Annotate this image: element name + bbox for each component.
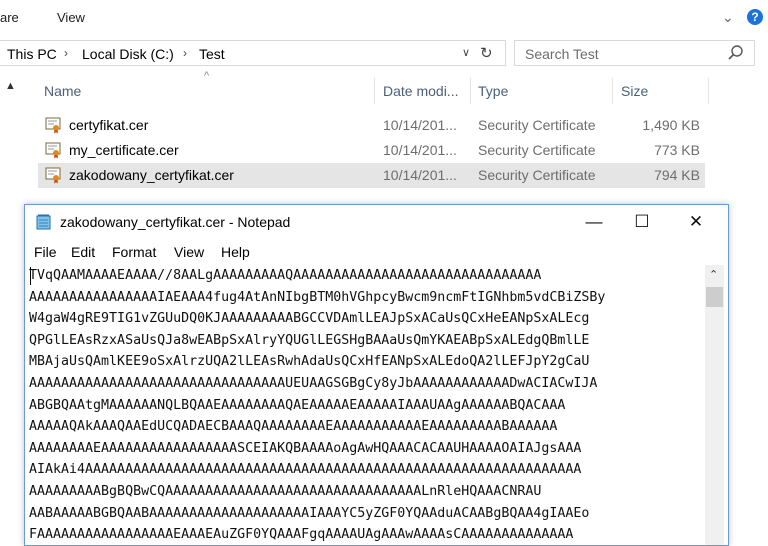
notepad-window: zakodowany_certyfikat.cer - Notepad — ☐ … [24, 204, 729, 546]
text-editor[interactable]: TVqQAAMAAAAEAAAA//8AALgAAAAAAAAAQAAAAAAA… [29, 265, 705, 545]
breadcrumb-local-disk[interactable]: Local Disk (C:) [82, 46, 174, 62]
text-line: AABAAAAABGBQAABAAAAAAAAAAAAAAAAAAAAIAAAY… [29, 505, 590, 521]
close-button[interactable]: ✕ [673, 209, 719, 235]
file-type: Security Certificate [478, 142, 596, 158]
explorer-scrollbar-corner [752, 520, 768, 546]
column-divider[interactable] [612, 78, 613, 104]
text-line: MBAjaUsQAmlKEE9oSxAlrzUQA2lLEAsRwhAdaUsQ… [29, 354, 590, 370]
address-bar[interactable]: This PC › Local Disk (C:) › Test ∨ ↻ [0, 40, 506, 66]
menu-help[interactable]: Help [221, 244, 250, 260]
text-line: AAAAAQAkAAAQAAEdUCQADAECBAAAQAAAAAAAAEAA… [29, 419, 558, 435]
text-line: ABGBQAAtgMAAAAAANQLBQAAEAAAAAAAAQAEAAAAA… [29, 397, 566, 413]
file-row[interactable]: certyfikat.cer 10/14/201... Security Cer… [38, 113, 705, 138]
certificate-file-icon [45, 167, 61, 184]
expand-ribbon-chevron-icon[interactable]: ⌄ [722, 9, 734, 26]
refresh-icon[interactable]: ↻ [480, 44, 493, 62]
file-type: Security Certificate [478, 167, 596, 183]
column-headers: ^ Name Date modi... Type Size [34, 70, 714, 106]
text-line: AAAAAAAAEAAAAAAAAAAAAAAAAASCEIAKQBAAAAoA… [29, 440, 582, 456]
breadcrumb-separator-icon[interactable]: › [64, 46, 68, 60]
text-line: AIAkAi4AAAAAAAAAAAAAAAAAAAAAAAAAAAAAAAAA… [29, 462, 582, 478]
file-name[interactable]: zakodowany_certyfikat.cer [69, 167, 234, 183]
search-icon [728, 45, 743, 60]
scroll-up-arrow-icon[interactable]: ⌃ [709, 268, 718, 281]
file-name[interactable]: certyfikat.cer [69, 117, 148, 133]
file-size: 773 KB [654, 142, 700, 158]
text-caret [30, 267, 31, 285]
menu-view[interactable]: View [174, 244, 204, 260]
file-date: 10/14/201... [383, 167, 457, 183]
column-header-date[interactable]: Date modi... [383, 78, 458, 104]
scrollbar-thumb[interactable] [706, 287, 723, 307]
maximize-button[interactable]: ☐ [619, 209, 665, 235]
notepad-titlebar[interactable]: zakodowany_certyfikat.cer - Notepad — ☐ … [25, 205, 728, 239]
certificate-file-icon [45, 142, 61, 159]
text-line: TVqQAAMAAAAEAAAA//8AALgAAAAAAAAAQAAAAAAA… [29, 268, 542, 283]
notepad-app-icon [36, 214, 51, 230]
text-line: FAAAAAAAAAAAAAAAAAEAAAEAuZGF0YQAAAFgqAAA… [29, 527, 574, 543]
file-name[interactable]: my_certificate.cer [69, 142, 179, 158]
file-size: 1,490 KB [642, 117, 700, 133]
search-input[interactable]: Search Test [525, 46, 599, 62]
help-icon[interactable]: ? [747, 9, 763, 25]
minimize-button[interactable]: — [571, 209, 617, 235]
search-box[interactable]: Search Test [514, 40, 755, 66]
column-divider[interactable] [708, 78, 709, 104]
certificate-file-icon [45, 117, 61, 134]
file-row-selected[interactable]: zakodowany_certyfikat.cer 10/14/201... S… [38, 163, 705, 188]
file-type: Security Certificate [478, 117, 596, 133]
column-header-type[interactable]: Type [478, 78, 508, 104]
sort-ascending-icon: ^ [204, 70, 210, 82]
menu-bar: File Edit Format View Help [25, 241, 728, 263]
column-divider[interactable] [374, 78, 375, 104]
vertical-scrollbar[interactable]: ⌃ [705, 265, 724, 545]
text-line: W4gaW4gRE9TIG1vZGUuDQ0KJAAAAAAAAABGCCVDA… [29, 311, 590, 327]
scroll-up-arrow-icon[interactable]: ▲ [5, 80, 16, 92]
text-line: QPGlLEAsRzxASaUsQJa8wEABpSxAlryYQUGlLEGS… [29, 332, 590, 348]
breadcrumb-test[interactable]: Test [199, 46, 225, 62]
ribbon: are View ⌄ ? [0, 0, 768, 36]
menu-file[interactable]: File [34, 244, 57, 260]
text-line: AAAAAAAAAAAAAAAAAAAAAAAAAAAAAAAAUEUAAGSG… [29, 375, 598, 391]
file-row[interactable]: my_certificate.cer 10/14/201... Security… [38, 138, 705, 163]
text-line: AAAAAAAAAAAAAAAAIAEAAA4fug4AtAnNIbgBTM0h… [29, 289, 606, 305]
column-header-name[interactable]: Name [44, 78, 81, 104]
address-history-dropdown-icon[interactable]: ∨ [462, 46, 470, 59]
file-date: 10/14/201... [383, 142, 457, 158]
ribbon-tab-share[interactable]: are [0, 10, 19, 25]
column-header-size[interactable]: Size [621, 78, 648, 104]
menu-format[interactable]: Format [112, 244, 156, 260]
file-size: 794 KB [654, 167, 700, 183]
breadcrumb-this-pc[interactable]: This PC [7, 46, 57, 62]
navigation-pane-scrollbar[interactable]: ▲ [0, 78, 22, 546]
ribbon-tab-view[interactable]: View [57, 10, 85, 25]
column-divider[interactable] [470, 78, 471, 104]
breadcrumb-separator-icon[interactable]: › [183, 46, 187, 60]
menu-edit[interactable]: Edit [71, 244, 95, 260]
window-title: zakodowany_certyfikat.cer - Notepad [60, 214, 291, 230]
text-line: AAAAAAAAABgBQBwCQAAAAAAAAAAAAAAAAAAAAAAA… [29, 483, 542, 499]
file-date: 10/14/201... [383, 117, 457, 133]
